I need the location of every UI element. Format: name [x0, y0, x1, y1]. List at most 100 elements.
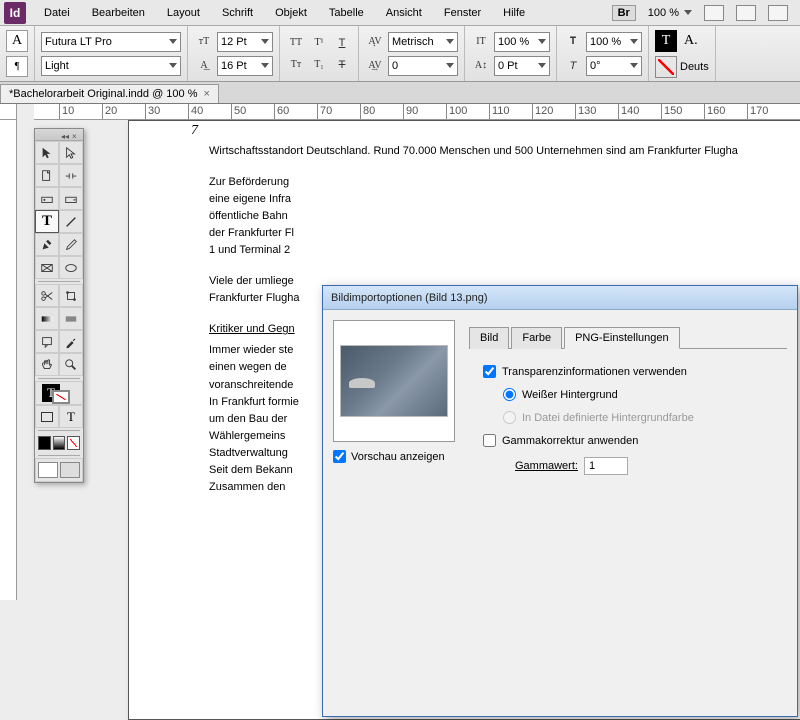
- free-transform-tool[interactable]: [59, 284, 83, 307]
- type-tool[interactable]: T: [35, 210, 59, 233]
- selection-tool[interactable]: [35, 141, 59, 164]
- menu-fenster[interactable]: Fenster: [434, 3, 491, 23]
- hand-tool[interactable]: [35, 353, 59, 376]
- fill-swatch[interactable]: T: [655, 30, 677, 52]
- file-bg-radio: [503, 411, 516, 424]
- hscale-icon: 𝐓: [563, 33, 583, 51]
- formatting-text-icon[interactable]: T: [59, 405, 83, 428]
- zoom-level[interactable]: 100 %: [648, 7, 692, 19]
- scissors-tool[interactable]: [35, 284, 59, 307]
- transparency-label: Transparenzinformationen verwenden: [502, 366, 687, 378]
- hscale-combo[interactable]: 100 %: [586, 32, 642, 52]
- gradient-swatch-tool[interactable]: [35, 307, 59, 330]
- tab-bild[interactable]: Bild: [469, 327, 509, 349]
- menu-objekt[interactable]: Objekt: [265, 3, 317, 23]
- menu-layout[interactable]: Layout: [157, 3, 210, 23]
- tools-panel-header[interactable]: ◂◂×: [35, 129, 83, 141]
- page-number: 7: [191, 123, 198, 139]
- document-tab[interactable]: *Bachelorarbeit Original.indd @ 100 % ×: [0, 84, 219, 103]
- baseline-combo[interactable]: 0 Pt: [494, 56, 550, 76]
- view-mode-buttons[interactable]: [35, 458, 83, 482]
- note-tool[interactable]: [35, 330, 59, 353]
- underline-icon[interactable]: T: [332, 34, 352, 52]
- subscript-icon[interactable]: T₁: [309, 56, 329, 74]
- baseline-value: 0 Pt: [498, 60, 518, 72]
- right-text: Deuts: [680, 61, 709, 73]
- rectangle-frame-tool[interactable]: [35, 256, 59, 279]
- document-tab-label: *Bachelorarbeit Original.indd @ 100 %: [9, 88, 198, 100]
- direct-selection-tool[interactable]: [59, 141, 83, 164]
- apply-color[interactable]: [38, 436, 51, 450]
- superscript-icon[interactable]: T¹: [309, 34, 329, 52]
- kerning-value: Metrisch: [392, 36, 434, 48]
- zoom-tool[interactable]: [59, 353, 83, 376]
- tab-farbe[interactable]: Farbe: [511, 327, 562, 349]
- character-mode-icon[interactable]: A: [6, 30, 28, 52]
- ruler-horizontal[interactable]: 0102030405060708090100110120130140150160…: [34, 104, 800, 120]
- close-icon[interactable]: ×: [204, 88, 210, 100]
- vscale-combo[interactable]: 100 %: [494, 32, 550, 52]
- ruler-vertical[interactable]: [0, 120, 17, 600]
- font-family-combo[interactable]: Futura LT Pro: [41, 32, 181, 52]
- apply-none[interactable]: [67, 436, 80, 450]
- menu-bearbeiten[interactable]: Bearbeiten: [82, 3, 155, 23]
- bridge-button[interactable]: Br: [612, 5, 636, 21]
- font-family-value: Futura LT Pro: [45, 36, 112, 48]
- tab-png[interactable]: PNG-Einstellungen: [564, 327, 680, 349]
- menu-hilfe[interactable]: Hilfe: [493, 3, 535, 23]
- image-import-dialog: Bildimportoptionen (Bild 13.png) Vorscha…: [322, 285, 798, 717]
- stroke-swatch[interactable]: [655, 56, 677, 78]
- kerning-combo[interactable]: Metrisch: [388, 32, 458, 52]
- screen-mode-icon[interactable]: [736, 5, 756, 21]
- menu-ansicht[interactable]: Ansicht: [376, 3, 432, 23]
- formatting-container-icon[interactable]: [35, 405, 59, 428]
- tracking-value: 0: [392, 60, 398, 72]
- gamma-input[interactable]: [584, 457, 628, 475]
- menu-datei[interactable]: Datei: [34, 3, 80, 23]
- pencil-tool[interactable]: [59, 233, 83, 256]
- fill-stroke-swap[interactable]: T: [35, 381, 83, 405]
- char-style-icon[interactable]: A.: [684, 33, 698, 49]
- chevron-down-icon: [169, 39, 177, 44]
- strikethrough-icon[interactable]: T: [332, 56, 352, 74]
- menubar: Id Datei Bearbeiten Layout Schrift Objek…: [0, 0, 800, 26]
- document-tab-bar: *Bachelorarbeit Original.indd @ 100 % ×: [0, 82, 800, 104]
- paragraph-mode-icon[interactable]: ¶: [6, 56, 28, 78]
- smallcaps-icon[interactable]: Tᴛ: [286, 56, 306, 74]
- line-tool[interactable]: [59, 210, 83, 233]
- rectangle-tool[interactable]: [59, 256, 83, 279]
- content-placer-tool[interactable]: [59, 187, 83, 210]
- font-size-combo[interactable]: 12 Pt: [217, 32, 273, 52]
- tracking-combo[interactable]: 0: [388, 56, 458, 76]
- view-options-icon[interactable]: [704, 5, 724, 21]
- show-preview-checkbox[interactable]: Vorschau anzeigen: [333, 450, 455, 463]
- font-style-combo[interactable]: Light: [41, 56, 181, 76]
- skew-combo[interactable]: 0°: [586, 56, 642, 76]
- transparency-checkbox[interactable]: [483, 365, 496, 378]
- show-preview-input[interactable]: [333, 450, 346, 463]
- gamma-checkbox[interactable]: [483, 434, 496, 447]
- dialog-tabs: Bild Farbe PNG-Einstellungen: [469, 326, 787, 349]
- menu-schrift[interactable]: Schrift: [212, 3, 263, 23]
- dialog-title: Bildimportoptionen (Bild 13.png): [323, 286, 797, 310]
- skew-value: 0°: [590, 60, 601, 72]
- chevron-down-icon: [630, 63, 638, 68]
- apply-gradient[interactable]: [53, 436, 66, 450]
- preview-thumbnail: [333, 320, 455, 442]
- eyedropper-tool[interactable]: [59, 330, 83, 353]
- page-tool[interactable]: [35, 164, 59, 187]
- gradient-feather-tool[interactable]: [59, 307, 83, 330]
- pen-tool[interactable]: [35, 233, 59, 256]
- content-collector-tool[interactable]: [35, 187, 59, 210]
- arrange-icon[interactable]: [768, 5, 788, 21]
- ruler-origin[interactable]: [0, 104, 17, 120]
- leading-combo[interactable]: 16 Pt: [217, 56, 273, 76]
- white-bg-radio[interactable]: [503, 388, 516, 401]
- allcaps-icon[interactable]: TT: [286, 34, 306, 52]
- chevron-down-icon: [684, 10, 692, 15]
- gap-tool[interactable]: [59, 164, 83, 187]
- vscale-value: 100 %: [498, 36, 529, 48]
- menu-tabelle[interactable]: Tabelle: [319, 3, 374, 23]
- tools-panel: ◂◂× T T: [34, 128, 84, 483]
- chevron-down-icon: [446, 39, 454, 44]
